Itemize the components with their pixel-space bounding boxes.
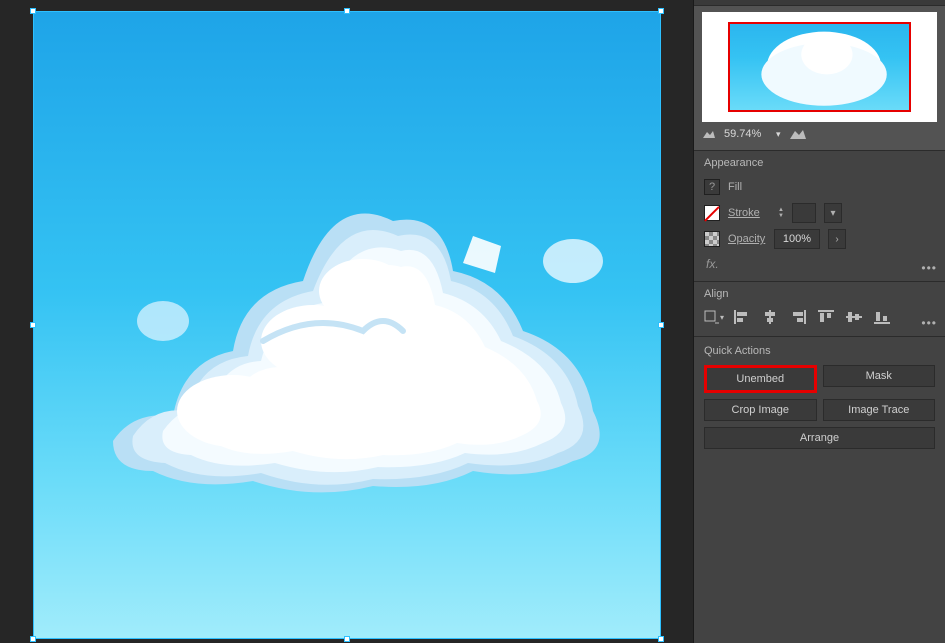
align-vcenter-icon[interactable] — [844, 308, 864, 326]
image-trace-button[interactable]: Image Trace — [823, 399, 936, 421]
navigator-panel: 59.74% ▾ — [694, 0, 945, 151]
unembed-button[interactable]: Unembed — [704, 365, 817, 393]
align-bottom-icon[interactable] — [872, 308, 892, 326]
align-left-icon[interactable] — [732, 308, 752, 326]
quick-actions-title: Quick Actions — [704, 345, 935, 357]
stroke-weight-stepper[interactable]: ▲▼ — [778, 207, 784, 219]
zoom-value[interactable]: 59.74% — [724, 128, 768, 140]
handle-bottom-right[interactable] — [658, 636, 664, 642]
handle-top-right[interactable] — [658, 8, 664, 14]
stroke-style-dropdown[interactable] — [792, 203, 816, 223]
stroke-label[interactable]: Stroke — [728, 207, 766, 219]
appearance-section: Appearance ? Fill Stroke ▲▼ ▾ Opacity 10… — [694, 151, 945, 282]
handle-top-middle[interactable] — [344, 8, 350, 14]
align-right-icon[interactable] — [788, 308, 808, 326]
handle-middle-right[interactable] — [658, 322, 664, 328]
align-hcenter-icon[interactable] — [760, 308, 780, 326]
navigator-viewport-rect[interactable] — [728, 22, 911, 112]
opacity-expand-chevron[interactable]: › — [828, 229, 846, 249]
crop-image-button[interactable]: Crop Image — [704, 399, 817, 421]
fx-label[interactable]: fx. — [704, 255, 935, 271]
handle-bottom-left[interactable] — [30, 636, 36, 642]
zoom-in-mountain-icon[interactable] — [789, 128, 807, 140]
navigator-thumbnail — [730, 24, 909, 110]
properties-panel: 59.74% ▾ Appearance ? Fill Stroke ▲▼ ▾ O… — [693, 0, 945, 643]
handle-top-left[interactable] — [30, 8, 36, 14]
fill-swatch[interactable]: ? — [704, 179, 720, 195]
stroke-dropdown-chevron[interactable]: ▾ — [824, 203, 842, 223]
opacity-label[interactable]: Opacity — [728, 233, 766, 245]
handle-bottom-middle[interactable] — [344, 636, 350, 642]
align-to-dropdown[interactable]: ▾ — [704, 308, 724, 326]
cloud-artwork — [33, 11, 661, 639]
fill-label: Fill — [728, 181, 766, 193]
align-section: Align ▾ ••• — [694, 282, 945, 337]
zoom-out-mountain-icon[interactable] — [702, 129, 716, 139]
appearance-title: Appearance — [704, 157, 935, 169]
mask-button[interactable]: Mask — [823, 365, 936, 387]
arrange-button[interactable]: Arrange — [704, 427, 935, 449]
stroke-swatch[interactable] — [704, 205, 720, 221]
quick-actions-section: Quick Actions Unembed Mask Crop Image Im… — [694, 337, 945, 457]
opacity-value[interactable]: 100% — [774, 229, 820, 249]
appearance-more-icon[interactable]: ••• — [921, 261, 937, 275]
opacity-swatch[interactable] — [704, 231, 720, 247]
zoom-dropdown-icon[interactable]: ▾ — [776, 129, 781, 140]
align-more-icon[interactable]: ••• — [921, 316, 937, 330]
canvas-area[interactable] — [0, 0, 693, 643]
align-top-icon[interactable] — [816, 308, 836, 326]
embedded-image[interactable] — [33, 11, 661, 639]
handle-middle-left[interactable] — [30, 322, 36, 328]
align-title: Align — [704, 288, 935, 300]
